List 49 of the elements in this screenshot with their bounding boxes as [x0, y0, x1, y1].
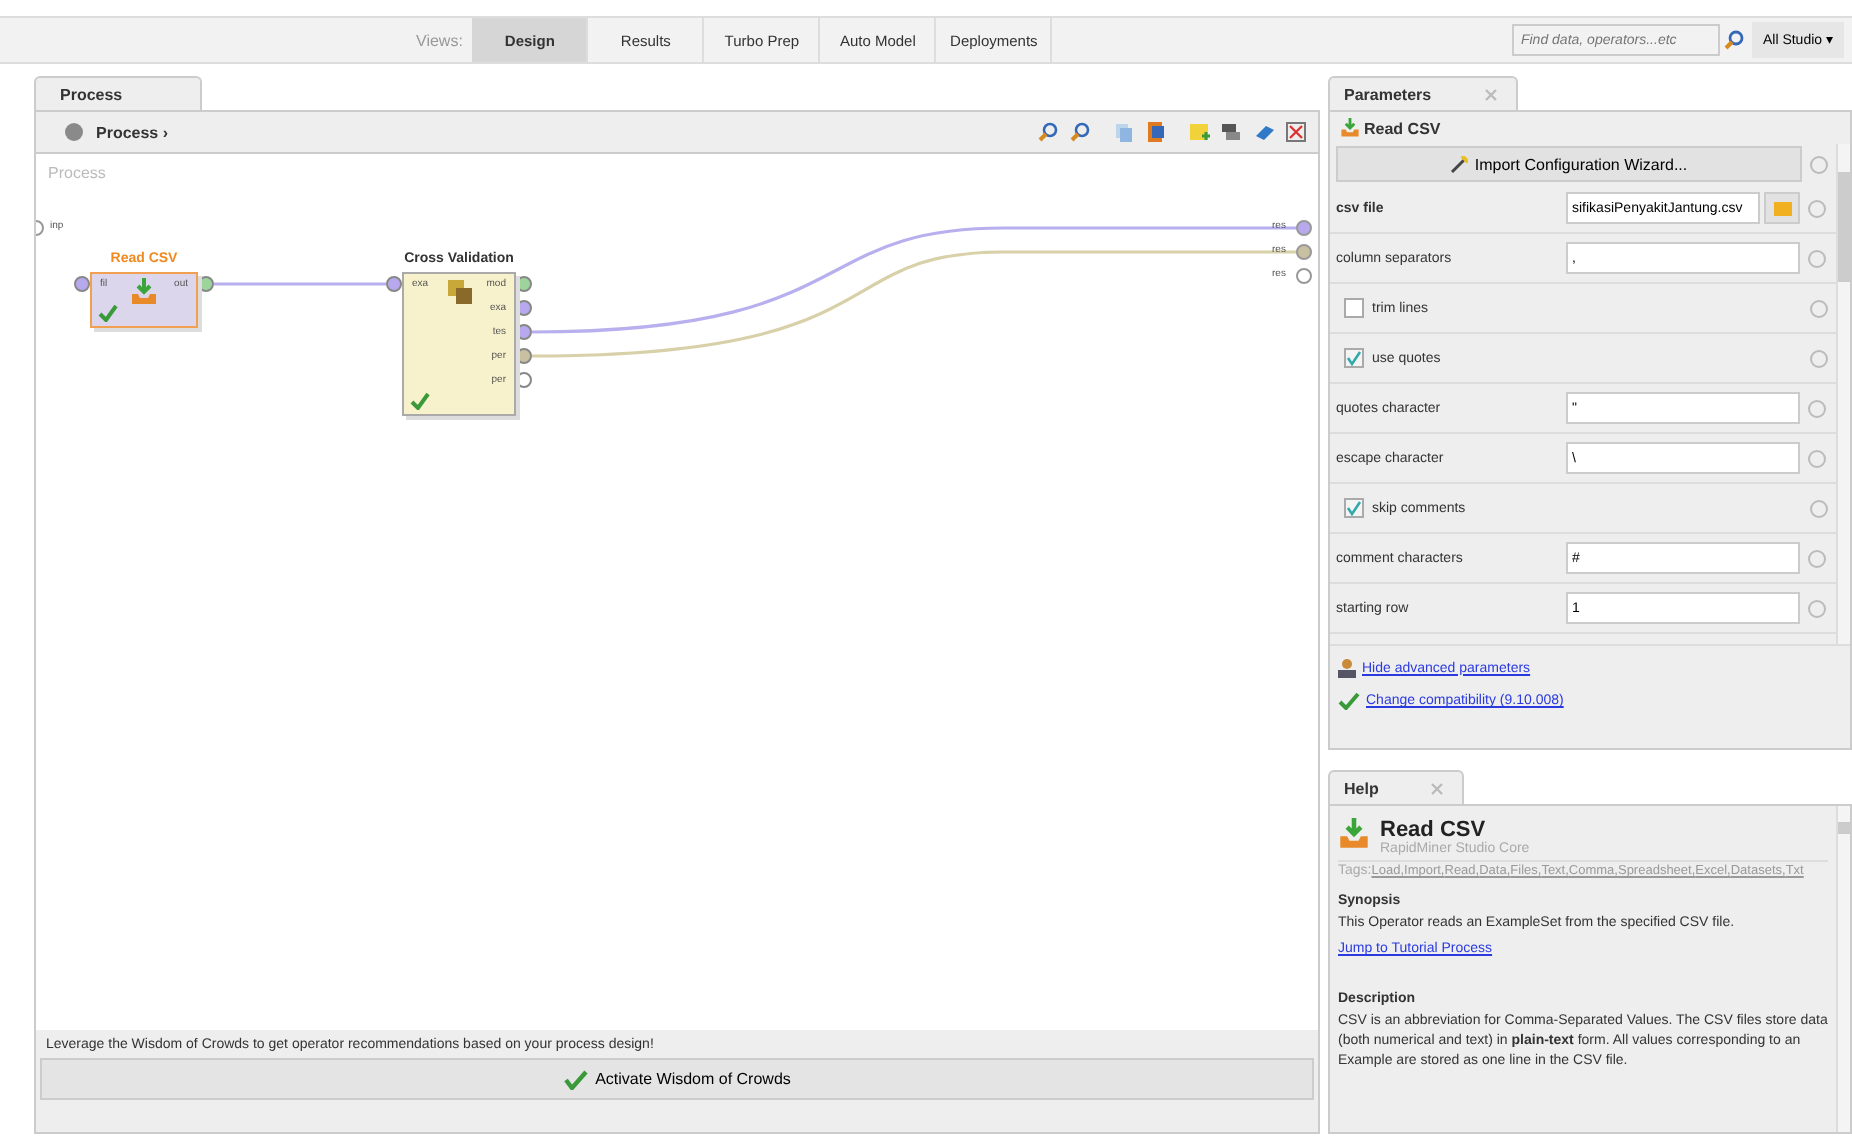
folder-button[interactable]: [1764, 192, 1800, 224]
operator-port[interactable]: [386, 276, 402, 292]
operator-port[interactable]: [74, 276, 90, 292]
search-icon[interactable]: [1724, 30, 1745, 50]
info-icon[interactable]: [1808, 399, 1826, 417]
scrollbar[interactable]: [1836, 806, 1850, 1132]
views-label: Views:: [416, 31, 463, 49]
help-title: Read CSV: [1380, 818, 1486, 842]
info-icon[interactable]: [1810, 155, 1828, 173]
wisdom-button[interactable]: Activate Wisdom of Crowds: [40, 1058, 1314, 1100]
zoom-in-icon[interactable]: [1038, 122, 1058, 142]
close-icon[interactable]: [1430, 781, 1445, 795]
import-tray-icon: [130, 278, 158, 306]
eraser-icon[interactable]: [1254, 122, 1274, 142]
operator-name: Read CSV: [1364, 119, 1441, 137]
validation-icon: [445, 278, 473, 306]
help-tab[interactable]: Help: [1328, 770, 1464, 804]
canvas-title: Process: [48, 164, 106, 182]
document-icon[interactable]: [1146, 122, 1166, 142]
info-icon[interactable]: [1810, 349, 1828, 367]
checkmark-icon: [563, 1069, 588, 1089]
wand-icon: [1450, 155, 1469, 173]
parameters-tab[interactable]: Parameters: [1328, 76, 1518, 110]
info-icon[interactable]: [1810, 299, 1828, 317]
input-port[interactable]: [36, 220, 44, 236]
folder-icon: [1773, 201, 1791, 215]
wizard-button[interactable]: Import Configuration Wizard...: [1336, 146, 1802, 182]
person-icon: [1338, 658, 1356, 678]
scrollbar[interactable]: [1836, 144, 1850, 644]
info-icon[interactable]: [1808, 599, 1826, 617]
info-icon[interactable]: [1808, 249, 1826, 267]
checkbox[interactable]: [1344, 498, 1364, 518]
info-icon[interactable]: [1810, 499, 1828, 517]
import-tray-icon: [1340, 118, 1360, 138]
stack-icon[interactable]: [1222, 122, 1242, 142]
checkbox[interactable]: [1344, 298, 1364, 318]
checkbox[interactable]: [1344, 348, 1364, 368]
close-icon[interactable]: [1483, 87, 1498, 101]
zoom-out-icon[interactable]: [1070, 122, 1090, 142]
info-icon[interactable]: [1808, 449, 1826, 467]
breadcrumb[interactable]: Process ›: [96, 123, 169, 141]
copy-icon[interactable]: [1114, 122, 1134, 142]
info-icon[interactable]: [1808, 199, 1826, 217]
process-tab[interactable]: Process: [34, 76, 202, 110]
note-icon[interactable]: [1190, 122, 1210, 142]
import-tray-icon: [1338, 818, 1370, 850]
process-circle-icon: [64, 122, 84, 142]
checkmark-icon: [1338, 692, 1360, 710]
info-icon[interactable]: [1808, 549, 1826, 567]
